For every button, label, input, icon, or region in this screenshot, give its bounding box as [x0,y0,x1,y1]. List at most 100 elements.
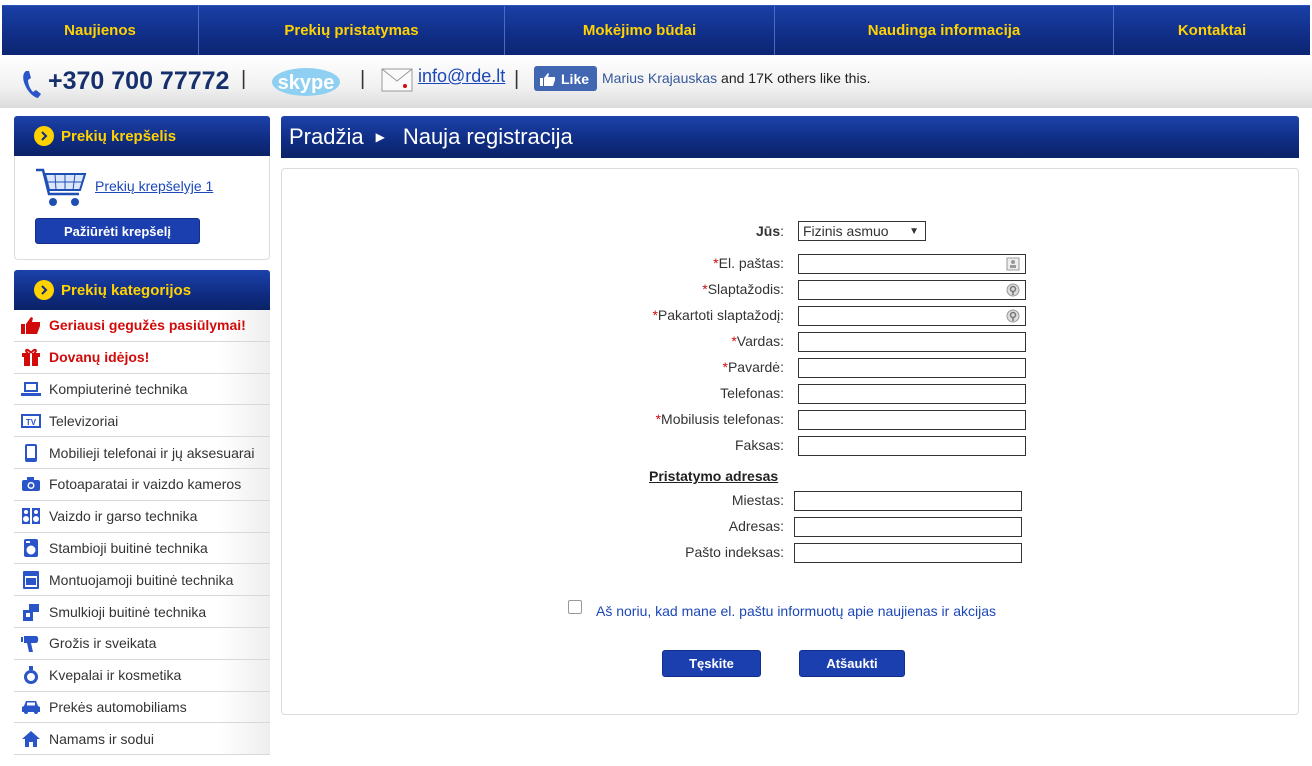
delivery-address-title: Pristatymo adresas [649,468,779,484]
breadcrumb: Pradžia ▶ Nauja registracija [281,116,1299,158]
address-field[interactable] [794,517,1022,537]
category-item[interactable]: Kvepalai ir kosmetika [14,659,270,692]
fb-like-button[interactable]: Like [534,66,597,91]
dropdown-arrow-icon: ▼ [909,225,919,237]
category-label: Prekės automobiliams [49,698,187,715]
category-item[interactable]: Kompiuterinė technika [14,373,270,406]
category-item[interactable]: Namams ir sodui [14,723,270,756]
phone-number[interactable]: +370 700 77772 [48,67,229,96]
cart-header: Prekių krepšelis [14,116,270,156]
continue-button[interactable]: Tęskite [662,650,761,677]
perfume-icon [20,665,42,685]
phone-field[interactable] [798,384,1026,404]
laptop-icon [20,379,42,399]
nav-item-naujienos[interactable]: Naujienos [2,6,199,55]
fax-label: Faksas: [734,437,784,453]
appliance-icon [20,602,42,622]
category-label: Namams ir sodui [49,730,155,747]
category-label: Stambioji buitinė technika [49,539,208,556]
thumbs-up-icon [20,315,42,335]
first-name-field[interactable] [798,332,1026,352]
category-item[interactable]: Mobilieji telefonai ir jų aksesuarai [14,437,270,469]
category-label: Mobilieji telefonai ir jų aksesuarai [49,444,255,461]
view-cart-button[interactable]: Pažiūrėti krepšelį [35,218,200,244]
fax-field[interactable] [798,436,1026,456]
info-bar: +370 700 77772 | skype | info@rde.lt | L… [0,56,1312,108]
category-item[interactable]: Smulkioji buitinė technika [14,596,270,628]
cancel-button[interactable]: Atšaukti [799,650,905,677]
washer-icon [20,538,42,558]
category-label: Vaizdo ir garso technika [49,508,198,525]
postcode-label: Pašto indeksas: [685,544,784,560]
svg-text:skype: skype [278,72,335,94]
last-name-label: *Pavardė: [722,359,785,375]
hairdryer-icon [20,633,42,653]
category-label: Kvepalai ir kosmetika [49,667,182,684]
person-type-select[interactable]: Fizinis asmuo ▼ [798,221,926,241]
email-label: *El. paštas: [713,255,784,271]
nav-item-contacts[interactable]: Kontaktai [1114,6,1310,55]
caret-right-icon: ▶ [375,130,385,144]
breadcrumb-current: Nauja registracija [402,124,573,149]
nav-item-delivery[interactable]: Prekių pristatymas [199,6,505,55]
category-label: Grožis ir sveikata [49,635,157,652]
fb-social-text: Marius Krajauskas and 17K others like th… [602,70,870,86]
category-item[interactable]: Stambioji buitinė technika [14,532,270,565]
password-label: *Slaptažodis: [702,281,784,297]
phone-icon [23,71,41,98]
nav-item-payment[interactable]: Mokėjimo būdai [505,6,775,55]
password-field[interactable] [798,280,1026,300]
house-icon [20,729,42,749]
separator: | [241,68,247,90]
svg-text:TV: TV [26,418,37,427]
categories-header: Prekių kategorijos [14,270,270,310]
shopping-cart-icon [36,168,87,206]
camera-icon [20,474,42,494]
category-label: Montuojamoji buitinė technika [49,571,234,588]
tv-icon: TV [20,411,42,431]
category-item[interactable]: Prekės automobiliams [14,691,270,724]
thumbs-up-icon [540,72,555,86]
email-link[interactable]: info@rde.lt [418,66,505,87]
category-item[interactable]: Montuojamoji buitinė technika [14,564,270,597]
category-item[interactable]: Grožis ir sveikata [14,627,270,660]
category-label: Dovanų idėjos! [49,349,150,366]
cart-title: Prekių krepšelis [61,127,177,145]
category-label: Kompiuterinė technika [49,380,188,397]
nav-item-info[interactable]: Naudinga informacija [775,6,1114,55]
mail-icon [381,68,413,92]
type-label: Jūs: [755,223,784,239]
category-item[interactable]: Dovanų idėjos! [14,341,270,374]
postcode-field[interactable] [794,543,1022,563]
category-item[interactable]: TV Televizoriai [14,405,270,438]
category-item[interactable]: Vaizdo ir garso technika [14,500,270,533]
mobile-label: *Mobilusis telefonas: [655,411,784,427]
category-label: Televizoriai [49,412,119,429]
last-name-field[interactable] [798,358,1026,378]
cart-link[interactable]: Prekių krepšelyje 1 [95,178,213,194]
gift-icon [20,347,42,367]
cart-box: Prekių krepšelyje 1 Pažiūrėti krepšelį [14,156,270,260]
fb-name[interactable]: Marius Krajauskas [602,70,717,86]
category-list: Geriausi gegužės pasiūlymai! Dovanų idėj… [14,310,270,756]
key-icon [1006,309,1020,323]
newsletter-label[interactable]: Aš noriu, kad mane el. paštu informuotų … [596,603,996,619]
category-label: Geriausi gegužės pasiūlymai! [49,317,246,334]
fb-like-label: Like [561,70,590,87]
breadcrumb-home[interactable]: Pradžia [289,124,364,150]
categories-title: Prekių kategorijos [61,281,192,299]
chevron-right-icon [34,280,54,300]
contact-card-icon [1006,257,1020,271]
repeat-password-field[interactable] [798,306,1026,326]
category-item[interactable]: Fotoaparatai ir vaizdo kameros [14,468,270,501]
speakers-icon [20,506,42,526]
skype-icon[interactable]: skype [270,66,342,98]
city-field[interactable] [794,491,1022,511]
newsletter-checkbox[interactable] [568,600,582,614]
category-item[interactable]: Geriausi gegužės pasiūlymai! [14,310,270,342]
email-field[interactable] [798,254,1026,274]
fb-rest: and 17K others like this. [717,70,871,86]
address-label: Adresas: [728,518,784,534]
oven-icon [20,570,42,590]
mobile-field[interactable] [798,410,1026,430]
